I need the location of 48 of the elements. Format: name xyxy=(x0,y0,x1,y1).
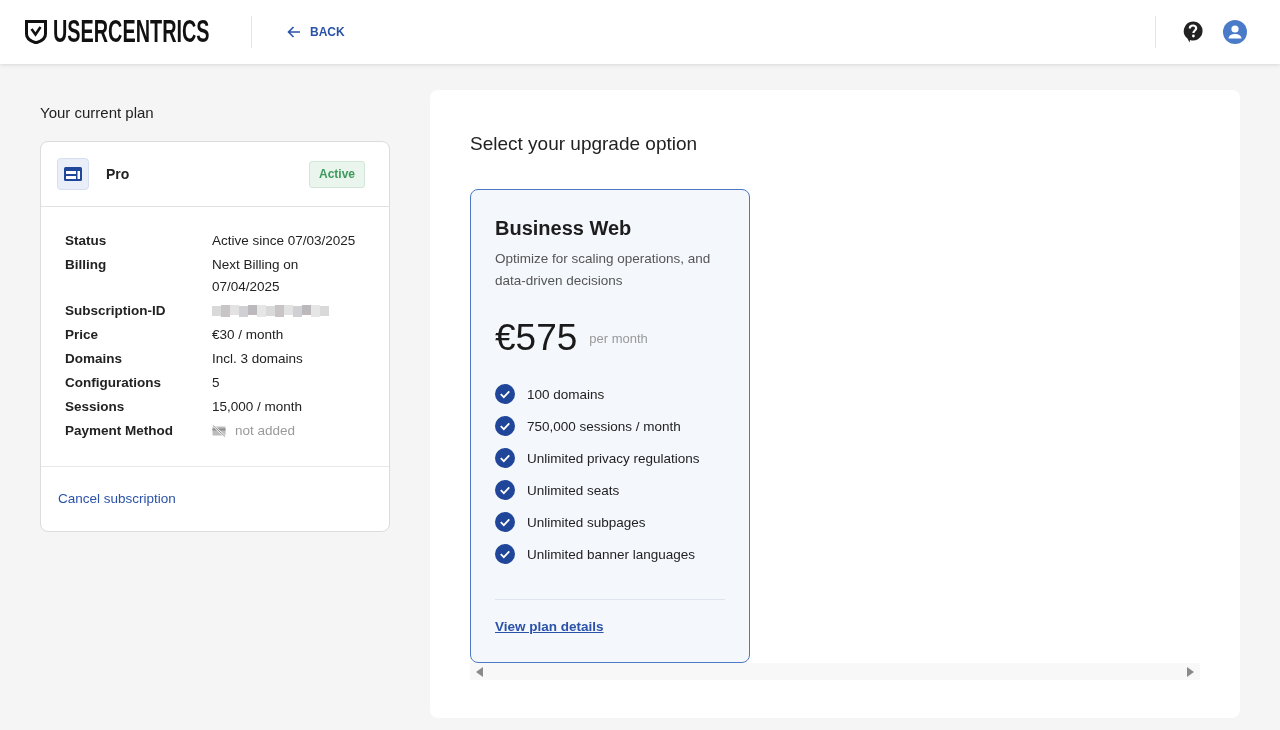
horizontal-scrollbar[interactable] xyxy=(470,663,1200,680)
detail-label: Domains xyxy=(65,350,123,368)
check-circle-icon xyxy=(495,416,515,436)
cancel-subscription-link[interactable]: Cancel subscription xyxy=(58,491,176,506)
detail-value: Active since 07/03/2025 xyxy=(212,232,357,250)
scroll-right-icon[interactable] xyxy=(1186,666,1194,677)
detail-value: Next Billing on 07/04/2025 xyxy=(212,256,300,296)
plan-layout-icon xyxy=(57,158,89,190)
feature-text: 750,000 sessions / month xyxy=(527,418,681,434)
shield-logo-icon xyxy=(25,20,47,44)
help-icon[interactable] xyxy=(1183,21,1203,43)
detail-value: Incl. 3 domains xyxy=(212,350,304,368)
check-circle-icon xyxy=(495,544,515,564)
detail-label: Sessions xyxy=(65,398,126,416)
feature-text: 100 domains xyxy=(527,386,605,402)
status-badge: Active xyxy=(308,160,365,188)
detail-label: Subscription-ID xyxy=(65,302,167,320)
user-avatar-icon[interactable] xyxy=(1223,20,1247,44)
detail-label: Payment Method xyxy=(65,422,174,440)
detail-label: Status xyxy=(65,232,108,250)
check-circle-icon xyxy=(495,448,515,468)
back-link[interactable]: BACK xyxy=(287,21,345,43)
feature-text: Unlimited subpages xyxy=(527,514,646,530)
section-heading: Your current plan xyxy=(40,103,154,123)
feature-text: Unlimited seats xyxy=(527,482,620,498)
arrow-left-icon xyxy=(287,26,301,38)
panel-title: Select your upgrade option xyxy=(470,132,698,156)
detail-label: Configurations xyxy=(65,374,162,392)
check-circle-icon xyxy=(495,512,515,532)
check-circle-icon xyxy=(495,480,515,500)
price-period: per month xyxy=(589,330,648,346)
plan-name: Pro xyxy=(106,166,130,182)
plan-price: €575 xyxy=(495,316,578,360)
detail-value: €30 / month xyxy=(212,326,285,344)
feature-text: Unlimited banner languages xyxy=(527,546,696,562)
view-plan-details-link[interactable]: View plan details xyxy=(495,616,604,638)
scroll-left-icon[interactable] xyxy=(476,666,484,677)
logo-text: USERCENTRICS xyxy=(53,16,210,48)
feature-text: Unlimited privacy regulations xyxy=(527,450,700,466)
detail-label: Price xyxy=(65,326,100,344)
check-circle-icon xyxy=(495,384,515,404)
detail-label: Billing xyxy=(65,256,108,274)
plan-description: Optimize for scaling operations, and data-driven decisions xyxy=(495,250,712,290)
detail-value: 5 xyxy=(212,374,221,392)
detail-value: not added xyxy=(235,422,296,440)
plan-title: Business Web xyxy=(495,216,632,241)
no-card-icon xyxy=(212,425,226,437)
detail-value: 15,000 / month xyxy=(212,398,304,416)
